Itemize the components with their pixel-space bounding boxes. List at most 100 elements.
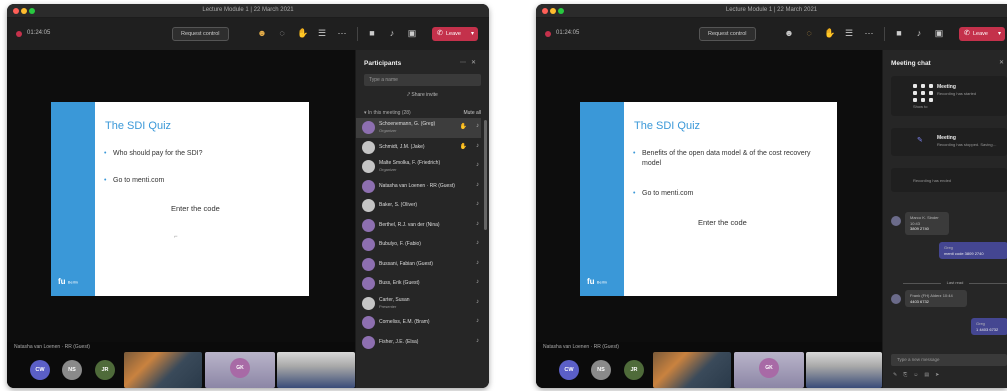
participants-icon[interactable]: ☻ <box>257 28 267 38</box>
video-tile[interactable]: GK <box>205 352 275 388</box>
video-tile[interactable] <box>806 352 882 388</box>
grid-icon <box>913 84 933 102</box>
list-item[interactable]: Carter, Susan Presenter ♪ <box>356 294 481 314</box>
share-invite-button[interactable]: ⤤ Share invite <box>356 92 489 98</box>
emoji-icon: ☺ <box>913 372 925 378</box>
teams-window-participants: Lecture Module 1 | 22 March 2021 01:24:0… <box>7 4 489 388</box>
more-actions-icon[interactable]: ⋯ <box>337 28 347 38</box>
section-header: ▾ In this meeting (28) Mute all <box>364 110 481 116</box>
rooms-icon[interactable]: ☰ <box>317 28 327 38</box>
avatar <box>891 294 901 304</box>
chat-icon[interactable]: ◌ <box>277 28 287 38</box>
event-title: Meeting <box>937 135 956 141</box>
toolbar-divider <box>357 27 358 41</box>
phone-icon: ✆ <box>964 30 970 37</box>
camera-icon[interactable]: ■ <box>367 28 377 38</box>
participant-name: Schmidt, J.M. (Jake) <box>379 143 425 150</box>
chat-message[interactable]: Greg menti code 3809 2740 <box>939 242 1007 259</box>
camera-icon[interactable]: ■ <box>894 28 904 38</box>
avatar <box>362 335 375 349</box>
avatar <box>362 316 375 329</box>
video-tile[interactable]: GK <box>734 352 804 388</box>
university-logo: fu Berlin <box>58 277 79 286</box>
participant-name: Bussani, Fabian (Guest) <box>379 260 433 267</box>
list-item[interactable]: Baker, S. (Oliver) ♪ <box>356 196 481 216</box>
avatar <box>362 121 375 134</box>
more-actions-icon[interactable]: ⋯ <box>864 28 874 38</box>
participant-role: Organizer <box>379 167 397 172</box>
avatar[interactable]: NS <box>591 360 611 380</box>
chat-message[interactable]: Greg 1 4403 6732 <box>971 318 1007 335</box>
meeting-event-card: Meeting Recording has started Show to <box>891 76 1007 116</box>
list-item[interactable]: Malte Smolka, F. (Friedrich) Organizer ♪ <box>356 157 481 177</box>
shared-screen: fu Berlin The SDI Quiz Benefits of the o… <box>536 50 882 342</box>
avatar <box>362 277 375 290</box>
request-control-button[interactable]: Request control <box>172 27 229 41</box>
compose-tools[interactable]: ✎⎘☺▤➤ <box>893 372 945 378</box>
rooms-icon[interactable]: ☰ <box>844 28 854 38</box>
reactions-icon[interactable]: ✋ <box>824 28 835 38</box>
leave-label: Leave <box>973 31 988 37</box>
list-item[interactable]: Schoenemann, G. (Greg) Organizer ✋ ♪ <box>356 118 481 138</box>
slide-title: The SDI Quiz <box>105 120 172 132</box>
microphone-icon[interactable]: ♪ <box>914 28 924 38</box>
event-subtitle: Recording has started <box>937 91 977 96</box>
avatar[interactable]: CW <box>30 360 50 380</box>
participant-role: Organizer <box>379 128 397 133</box>
avatar <box>362 140 375 154</box>
chat-message[interactable]: Frank (FH) Alderz 10:44 4403 6732 <box>905 290 967 307</box>
avatar: GK <box>759 358 779 378</box>
message-text: menti code 3809 2740 <box>944 250 984 256</box>
list-item[interactable]: Bubulyo, F. (Fabio) ♪ <box>356 235 481 255</box>
toolbar-divider <box>884 27 885 41</box>
meeting-timer: 01:24:05 <box>556 30 580 36</box>
raised-hand-icon: ✋ <box>459 124 467 130</box>
attach-icon: ⎘ <box>903 372 914 378</box>
reactions-icon[interactable]: ✋ <box>297 28 308 38</box>
list-item[interactable]: Bussani, Fabian (Guest) ♪ <box>356 255 481 275</box>
avatar[interactable]: JR <box>624 360 644 380</box>
chat-icon[interactable]: ◌ <box>804 28 814 38</box>
microphone-icon[interactable]: ♪ <box>387 28 397 38</box>
avatar[interactable]: NS <box>62 360 82 380</box>
slide-bullet: Go to menti.com <box>633 189 822 199</box>
list-item[interactable]: Berthel, R.J. van der (Nina) ♪ <box>356 216 481 236</box>
list-item[interactable]: Buss, Erik (Guest) ♪ <box>356 274 481 294</box>
avatar <box>891 216 901 226</box>
mute-all-button[interactable]: Mute all <box>463 110 481 116</box>
request-control-button[interactable]: Request control <box>699 27 756 41</box>
chat-message[interactable]: Marco K. Sinder 10:43 3809 2740 <box>905 212 949 235</box>
presentation-slide: fu Berlin The SDI Quiz Benefits of the o… <box>580 102 837 296</box>
teams-window-chat: Lecture Module 1 | 22 March 2021 01:24:0… <box>536 4 1007 388</box>
list-item[interactable]: Natasha van Loenen · RR (Guest) ♪ <box>356 177 481 197</box>
list-item[interactable]: Corneliss, E.M. (Bram) ♪ <box>356 313 481 333</box>
avatar <box>362 179 375 193</box>
microphone-icon: ♪ <box>476 201 479 207</box>
scrollbar[interactable] <box>484 120 487 230</box>
avatar[interactable]: JR <box>95 360 115 380</box>
shared-screen: fu Berlin The SDI Quiz Who should pay fo… <box>7 50 355 342</box>
panel-header-icons[interactable]: ⋯✕ <box>460 59 481 66</box>
video-tile[interactable] <box>124 352 202 388</box>
message-compose-input[interactable]: Type a new message <box>891 354 1007 366</box>
participant-name: Bubulyo, F. (Fabio) <box>379 241 421 247</box>
university-logo: fu Berlin <box>587 277 608 286</box>
share-screen-icon[interactable]: ▣ <box>934 28 944 38</box>
presenter-name: Natasha van Loenen · RR (Guest) <box>14 344 90 350</box>
microphone-icon: ♪ <box>476 123 479 129</box>
participants-icon[interactable]: ☻ <box>784 28 794 38</box>
slide-title: The SDI Quiz <box>634 120 701 132</box>
list-item[interactable]: Fisher, J.E. (Elsa) ♪ <box>356 333 481 353</box>
participant-search-input[interactable]: Type a name <box>364 74 481 86</box>
slide-instruction: Enter the code <box>171 204 220 213</box>
avatar <box>362 218 375 232</box>
video-tile[interactable] <box>277 352 355 388</box>
share-screen-icon[interactable]: ▣ <box>407 28 417 38</box>
list-item[interactable]: Schmidt, J.M. (Jake) ✋ ♪ <box>356 138 481 158</box>
video-tile[interactable] <box>653 352 731 388</box>
leave-button[interactable]: ✆ Leave ▾ <box>432 27 478 41</box>
avatar[interactable]: CW <box>559 360 579 380</box>
participant-strip: Natasha van Loenen · RR (Guest) CW NS JR… <box>536 342 883 388</box>
panel-header-icons[interactable]: ✕ <box>999 59 1007 66</box>
leave-button[interactable]: ✆ Leave ▾ <box>959 27 1005 41</box>
